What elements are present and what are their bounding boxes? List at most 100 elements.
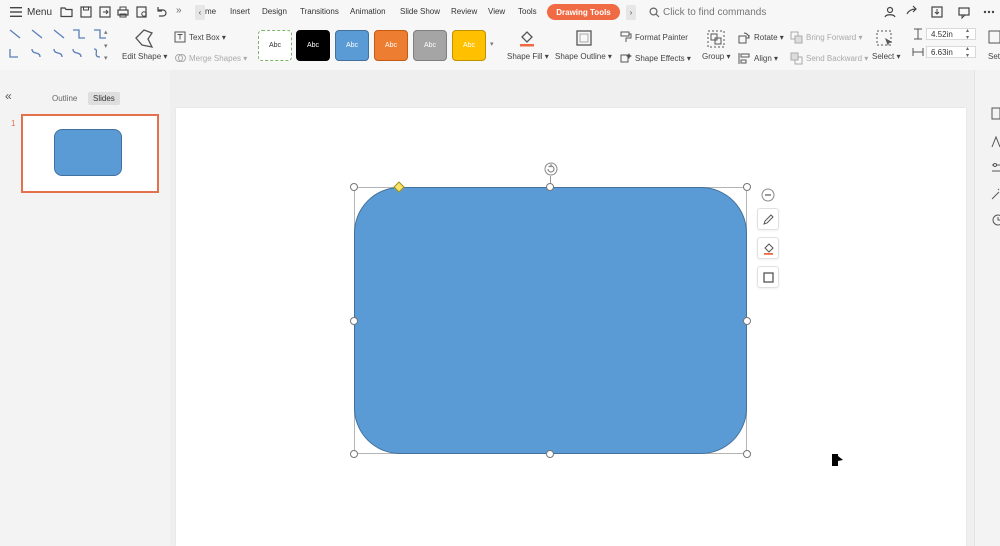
tab-home[interactable]: me [205,7,216,16]
shape-width-value: 6.63in [931,47,953,57]
adjust-settings-icon[interactable] [991,161,1000,175]
align-button[interactable]: Align ▾ [738,52,778,65]
quick-outline-button[interactable] [757,208,779,230]
resize-handle-w[interactable] [350,317,358,325]
paint-bucket-icon[interactable] [517,28,537,48]
resize-handle-ne[interactable] [743,183,751,191]
slide-thumbnail-1[interactable] [21,114,159,193]
properties-icon[interactable] [991,107,1000,121]
elbow-double-connector-icon [9,49,18,58]
collapse-panel-icon[interactable]: « [5,89,12,103]
tab-scroll-left[interactable]: ‹ [195,5,205,20]
edit-shape-button[interactable]: Edit Shape ▾ [122,52,167,61]
resize-handle-e[interactable] [743,317,751,325]
shape-width-icon [912,48,924,56]
edit-shape-icon[interactable] [133,27,155,49]
download-icon[interactable] [930,5,944,19]
comment-icon[interactable] [957,5,971,19]
tab-review[interactable]: Review [451,7,477,16]
export-icon[interactable] [98,5,112,19]
undo-icon[interactable] [154,5,168,19]
gallery-expand-icon[interactable]: ▾ [104,54,108,62]
size-settings-label[interactable]: Set [988,52,1000,61]
shape-outline-button[interactable]: Shape Outline ▾ [555,52,612,61]
gallery-scroll-down-icon[interactable]: ▾ [104,42,108,50]
menu-bar: Menu » ‹ me Insert Design Transitions An… [0,0,1000,24]
menu-button[interactable]: Menu [10,4,52,20]
print-preview-icon[interactable] [135,5,149,19]
height-spin-icon[interactable]: ▴ ▾ [966,27,969,41]
styles-more-icon[interactable]: ▾ [490,40,494,48]
tab-transitions[interactable]: Transitions [300,7,339,16]
group-label: Group [702,52,725,61]
quick-fill-button[interactable] [757,237,779,259]
shape-fill-button[interactable]: Shape Fill ▾ [507,52,549,61]
resize-handle-n[interactable] [546,183,554,191]
rotate-icon [738,32,750,44]
share-icon[interactable] [905,5,919,19]
tab-slides[interactable]: Slides [88,92,120,105]
tab-outline[interactable]: Outline [47,92,82,105]
magic-icon[interactable] [991,187,1000,201]
bring-forward-icon [790,31,803,44]
more-commands-icon[interactable]: » [176,5,182,16]
shape-height-value: 4.52in [931,29,953,39]
rotate-handle-icon[interactable] [544,162,558,176]
group-icon[interactable] [706,29,726,49]
connector-gallery[interactable] [8,26,112,66]
shape-style-3[interactable]: Abc [335,30,369,61]
save-icon[interactable] [79,5,93,19]
search-placeholder: Click to find commands [663,7,767,18]
tab-insert[interactable]: Insert [230,7,250,16]
shape-effects-icon [620,53,632,63]
merge-shapes-button[interactable]: Merge Shapes ▾ [174,52,247,64]
text-box-button[interactable]: Text Box ▾ [174,31,226,43]
more-options-icon[interactable] [982,5,996,19]
collapse-quick-toolbar-icon[interactable] [761,188,775,202]
edit-shape-label: Edit Shape [122,52,162,61]
shape-outline-icon[interactable] [574,28,594,48]
format-painter-label: Format Painter [635,32,688,42]
tab-drawing-tools[interactable]: Drawing Tools [547,4,620,20]
select-icon[interactable] [875,29,895,49]
quick-border-button[interactable] [757,266,779,288]
tab-view[interactable]: View [488,7,505,16]
send-backward-button[interactable]: Send Backward ▾ [790,52,868,65]
align-label: Align [754,54,772,63]
group-button[interactable]: Group ▾ [702,52,730,61]
rounded-rectangle-shape[interactable] [354,187,747,454]
shape-style-1[interactable]: Abc [258,30,292,61]
resize-handle-sw[interactable] [350,450,358,458]
shape-style-2[interactable]: Abc [296,30,330,61]
merge-shapes-icon [175,54,186,62]
tab-scroll-right[interactable]: › [626,5,636,20]
resize-handle-nw[interactable] [350,183,358,191]
open-folder-icon[interactable] [60,5,74,19]
animation-pane-icon[interactable] [991,135,1000,149]
select-button[interactable]: Select ▾ [872,52,900,61]
gallery-scroll-up-icon[interactable]: ▴ [104,28,108,36]
tab-slide-show[interactable]: Slide Show [400,7,440,16]
shape-style-6[interactable]: Abc [452,30,486,61]
user-icon[interactable] [883,5,897,19]
bring-forward-button[interactable]: Bring Forward ▾ [790,31,863,44]
history-icon[interactable] [991,213,1000,227]
tab-tools[interactable]: Tools [518,7,537,16]
shape-effects-button[interactable]: Shape Effects ▾ [620,52,691,64]
rotate-button[interactable]: Rotate ▾ [738,31,784,44]
connector-double-arrow-icon [53,29,65,39]
size-settings-icon[interactable] [988,30,1000,44]
print-icon[interactable] [116,5,130,19]
command-search[interactable]: Click to find commands [649,5,766,20]
resize-handle-s[interactable] [546,450,554,458]
resize-handle-se[interactable] [743,450,751,458]
tab-animation[interactable]: Animation [350,7,386,16]
connector-line-icon [9,29,21,39]
tab-design[interactable]: Design [262,7,287,16]
width-spin-icon[interactable]: ▴ ▾ [966,45,969,59]
rotate-label: Rotate [754,33,778,42]
shape-style-5[interactable]: Abc [413,30,447,61]
format-painter-button[interactable]: Format Painter [620,31,688,43]
shape-style-4[interactable]: Abc [374,30,408,61]
shape-outline-label: Shape Outline [555,52,606,61]
